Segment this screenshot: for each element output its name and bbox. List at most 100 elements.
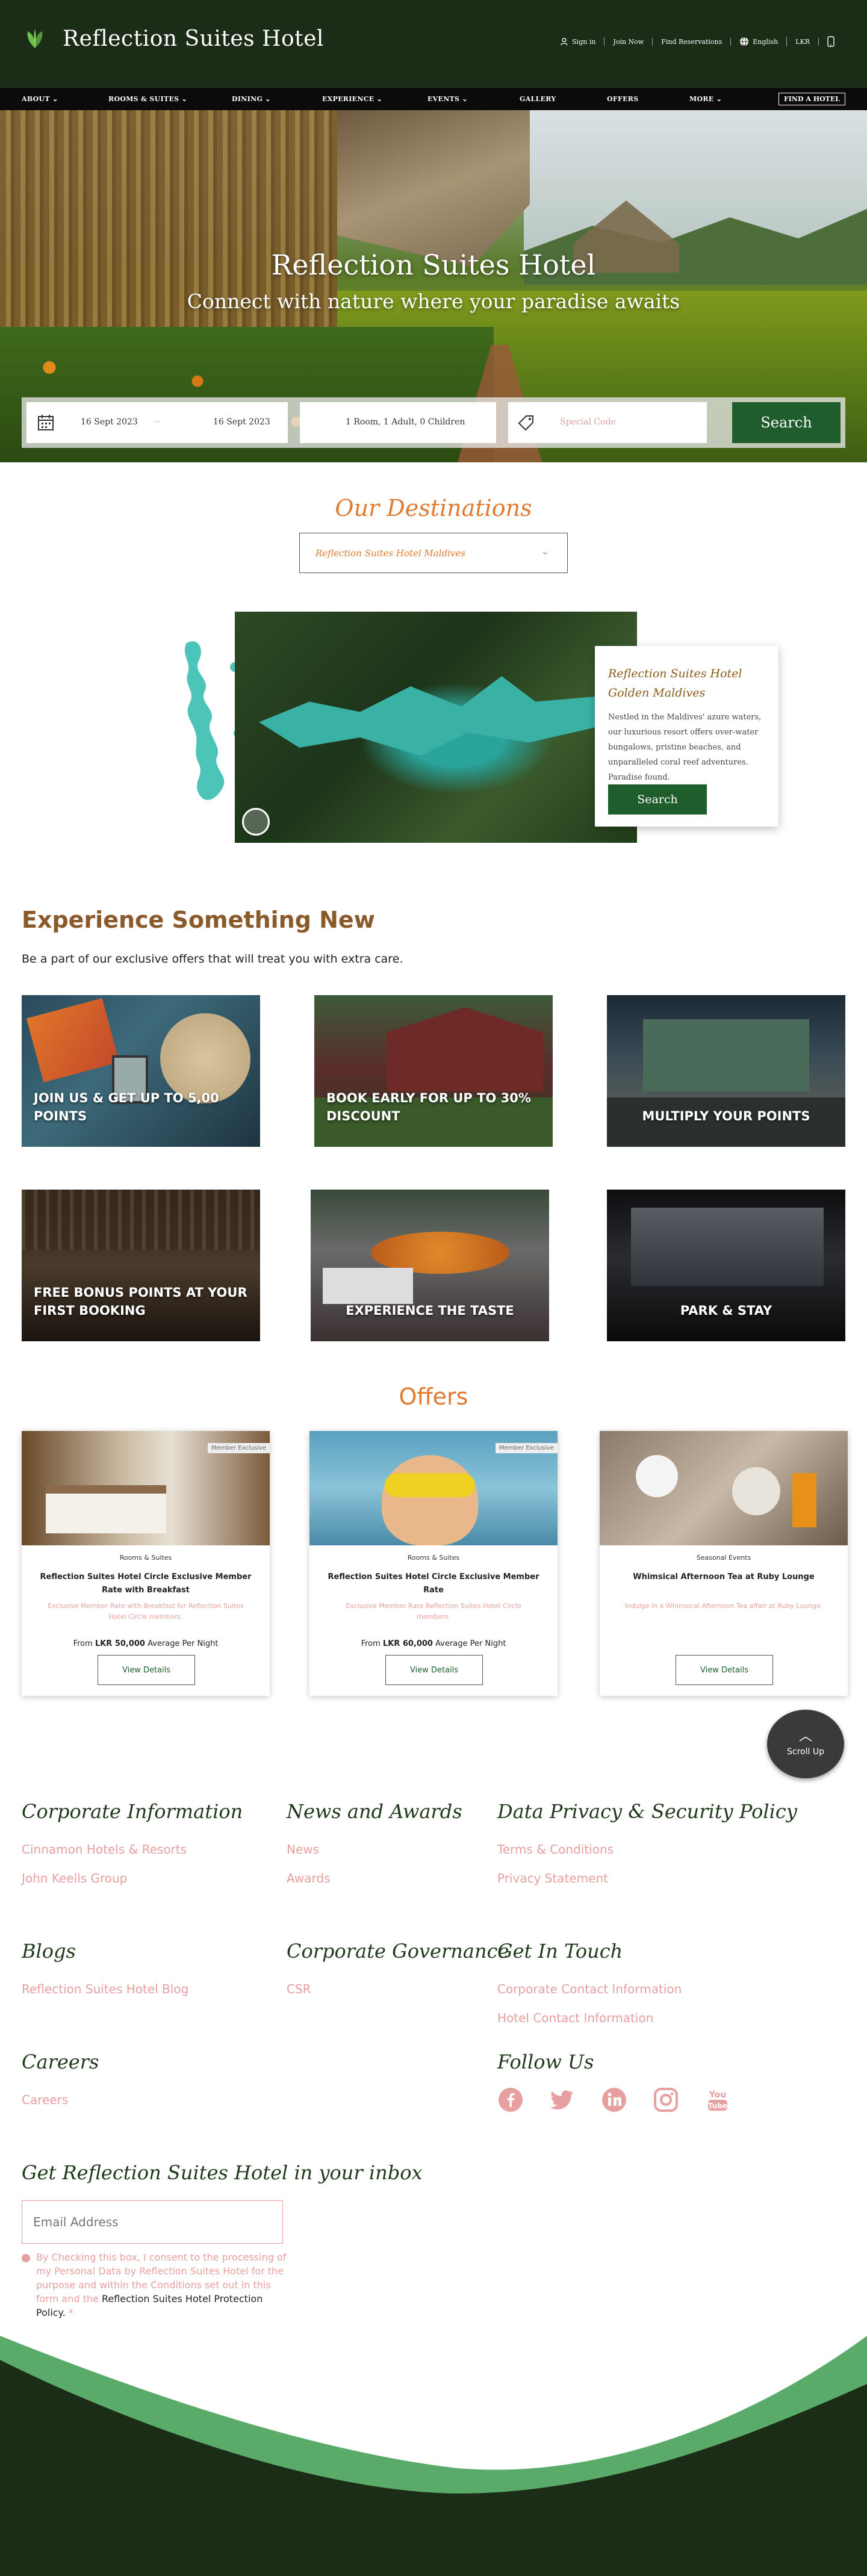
experience-tile[interactable]: FREE BONUS POINTS AT YOUR FIRST BOOKING xyxy=(22,1190,260,1341)
footer-link[interactable]: Cinnamon Hotels & Resorts xyxy=(22,1842,187,1857)
chevron-up-icon: ︿ xyxy=(798,1728,812,1743)
brand[interactable]: Reflection Suites Hotel xyxy=(22,25,324,52)
user-icon xyxy=(561,37,568,46)
scroll-up-button[interactable]: ︿ Scroll Up xyxy=(767,1710,844,1778)
offers-title: Offers xyxy=(399,1383,468,1410)
nav-item-events[interactable]: EVENTS ⌄ xyxy=(427,95,468,103)
experience-tile[interactable]: BOOK EARLY FOR UP TO 30% DISCOUNT xyxy=(314,995,553,1147)
offer-card: Seasonal Events Whimsical Afternoon Tea … xyxy=(600,1431,848,1696)
phone-icon xyxy=(827,36,834,47)
hero-thatched-roof xyxy=(337,110,530,267)
experience-tile-label: MULTIPLY YOUR POINTS xyxy=(642,1109,810,1123)
check-in-date[interactable]: 16 Sept 2023 xyxy=(81,417,138,427)
leaf-logo-icon xyxy=(27,29,43,48)
destination-badge-icon xyxy=(242,808,270,836)
view-details-button[interactable]: View Details xyxy=(98,1655,195,1685)
footer-link[interactable]: CSR xyxy=(287,1982,311,1996)
offer-category: Seasonal Events xyxy=(696,1554,751,1562)
hero-subtitle: Connect with nature where your paradise … xyxy=(187,290,680,313)
site-header: Reflection Suites Hotel Sign in Join Now… xyxy=(0,0,867,87)
footer-link[interactable]: Careers xyxy=(22,2093,68,2107)
consent-checkbox[interactable]: By Checking this box, I consent to the p… xyxy=(22,2250,287,2320)
mobile-app-link[interactable] xyxy=(819,36,843,47)
view-details-button[interactable]: View Details xyxy=(385,1655,483,1685)
language-selector[interactable]: English xyxy=(731,37,788,46)
experience-tile-label: PARK & STAY xyxy=(680,1303,772,1318)
experience-tile[interactable]: EXPERIENCE THE TASTE xyxy=(311,1190,549,1341)
destination-search-button[interactable]: Search xyxy=(608,784,707,815)
sign-in-link[interactable]: Sign in xyxy=(552,37,605,46)
footer-heading-blogs: Blogs xyxy=(22,1940,76,1963)
footer-link[interactable]: Awards xyxy=(287,1871,330,1885)
special-code-field[interactable]: Special Code xyxy=(508,402,707,443)
youtube-icon[interactable]: You Tube xyxy=(704,2087,731,2113)
destination-card-name: Reflection Suites Hotel Golden Maldives xyxy=(608,667,742,700)
instagram-icon[interactable] xyxy=(653,2087,679,2113)
main-nav: ABOUT ⌄ ROOMS & SUITES ⌄ DINING ⌄ EXPERI… xyxy=(0,87,867,110)
experience-tile[interactable]: PARK & STAY xyxy=(607,1190,845,1341)
twitter-icon[interactable] xyxy=(549,2087,576,2113)
date-separator: → xyxy=(153,417,160,427)
offer-price: From LKR 60,000 Average Per Night xyxy=(361,1639,506,1648)
currency-selector[interactable]: LKR xyxy=(787,37,819,46)
scroll-up-label: Scroll Up xyxy=(787,1747,824,1757)
nav-item-dining[interactable]: DINING ⌄ xyxy=(232,95,271,103)
view-details-button[interactable]: View Details xyxy=(676,1655,773,1685)
offer-image: Member Exclusive xyxy=(309,1431,558,1545)
destination-card: Reflection Suites Hotel Golden Maldives … xyxy=(595,646,778,827)
nav-item-more[interactable]: MORE ⌄ xyxy=(689,95,722,103)
offer-card: Member Exclusive Rooms & Suites Reflecti… xyxy=(22,1431,270,1696)
offer-desc: Exclusive Member Rate Reflection Suites … xyxy=(346,1602,521,1621)
experience-tile-label: FREE BONUS POINTS AT YOUR FIRST BOOKING xyxy=(34,1285,247,1318)
sign-in-label: Sign in xyxy=(572,37,596,46)
nav-item-rooms[interactable]: ROOMS & SUITES ⌄ xyxy=(108,95,187,103)
footer-link[interactable]: Corporate Contact Information xyxy=(497,1982,682,1996)
footer-link[interactable]: Privacy Statement xyxy=(497,1871,608,1885)
guests-field[interactable]: 1 Room, 1 Adult, 0 Children xyxy=(300,402,496,443)
experience-tile[interactable]: JOIN US & GET UP TO 5,00 POINTS xyxy=(22,995,260,1147)
experience-tile-label: EXPERIENCE THE TASTE xyxy=(346,1303,514,1318)
hero-title: Reflection Suites Hotel xyxy=(271,249,596,281)
footer-link[interactable]: Terms & Conditions xyxy=(497,1842,614,1857)
find-hotel-button[interactable]: FIND A HOTEL xyxy=(778,93,845,105)
offer-card: Member Exclusive Rooms & Suites Reflecti… xyxy=(309,1431,558,1696)
top-links: Sign in Join Now Find Reservations Engli… xyxy=(552,36,843,47)
globe-icon xyxy=(740,37,749,46)
brand-title: Reflection Suites Hotel xyxy=(63,26,324,51)
destination-lake xyxy=(259,676,596,756)
facebook-icon[interactable] xyxy=(497,2087,524,2113)
svg-text:Tube: Tube xyxy=(708,2102,727,2110)
footer-heading-news: News and Awards xyxy=(287,1800,462,1823)
linkedin-icon[interactable] xyxy=(601,2087,627,2113)
footer-heading-follow: Follow Us xyxy=(497,2050,594,2073)
offer-category: Rooms & Suites xyxy=(119,1554,172,1562)
booking-bar: 16 Sept 2023 → 16 Sept 2023 1 Room, 1 Ad… xyxy=(22,397,845,448)
special-code-input[interactable]: Special Code xyxy=(560,417,616,427)
email-field[interactable] xyxy=(22,2200,283,2244)
footer-link[interactable]: Reflection Suites Hotel Blog xyxy=(22,1982,188,1996)
nav-item-about[interactable]: ABOUT ⌄ xyxy=(22,95,58,103)
destination-select[interactable]: Reflection Suites Hotel Maldives ⌄ xyxy=(299,533,568,573)
footer-wave xyxy=(0,2336,867,2576)
chevron-down-icon: ⌄ xyxy=(541,547,549,557)
consent-radio-icon[interactable] xyxy=(22,2254,30,2262)
experience-tile-label: BOOK EARLY FOR UP TO 30% DISCOUNT xyxy=(326,1091,531,1123)
tag-icon xyxy=(518,415,533,431)
destination-photo xyxy=(235,612,637,843)
member-exclusive-badge: Member Exclusive xyxy=(495,1443,558,1453)
experience-tile[interactable]: MULTIPLY YOUR POINTS xyxy=(607,995,845,1147)
search-button[interactable]: Search xyxy=(732,402,841,443)
nav-item-experience[interactable]: EXPERIENCE ⌄ xyxy=(322,95,382,103)
find-reservations-link[interactable]: Find Reservations xyxy=(653,37,732,46)
footer-link[interactable]: Hotel Contact Information xyxy=(497,2011,653,2025)
calendar-icon xyxy=(38,415,54,430)
footer-link[interactable]: John Keells Group xyxy=(22,1871,127,1885)
nav-item-offers[interactable]: OFFERS xyxy=(607,95,638,103)
footer-heading-privacy: Data Privacy & Security Policy xyxy=(497,1800,797,1823)
join-now-link[interactable]: Join Now xyxy=(604,37,653,46)
nav-item-gallery[interactable]: GALLERY xyxy=(520,95,556,103)
check-out-date[interactable]: 16 Sept 2023 xyxy=(213,417,270,427)
footer-heading-careers: Careers xyxy=(22,2050,99,2073)
date-range-field[interactable]: 16 Sept 2023 → 16 Sept 2023 xyxy=(26,402,288,443)
footer-link[interactable]: News xyxy=(287,1842,319,1857)
